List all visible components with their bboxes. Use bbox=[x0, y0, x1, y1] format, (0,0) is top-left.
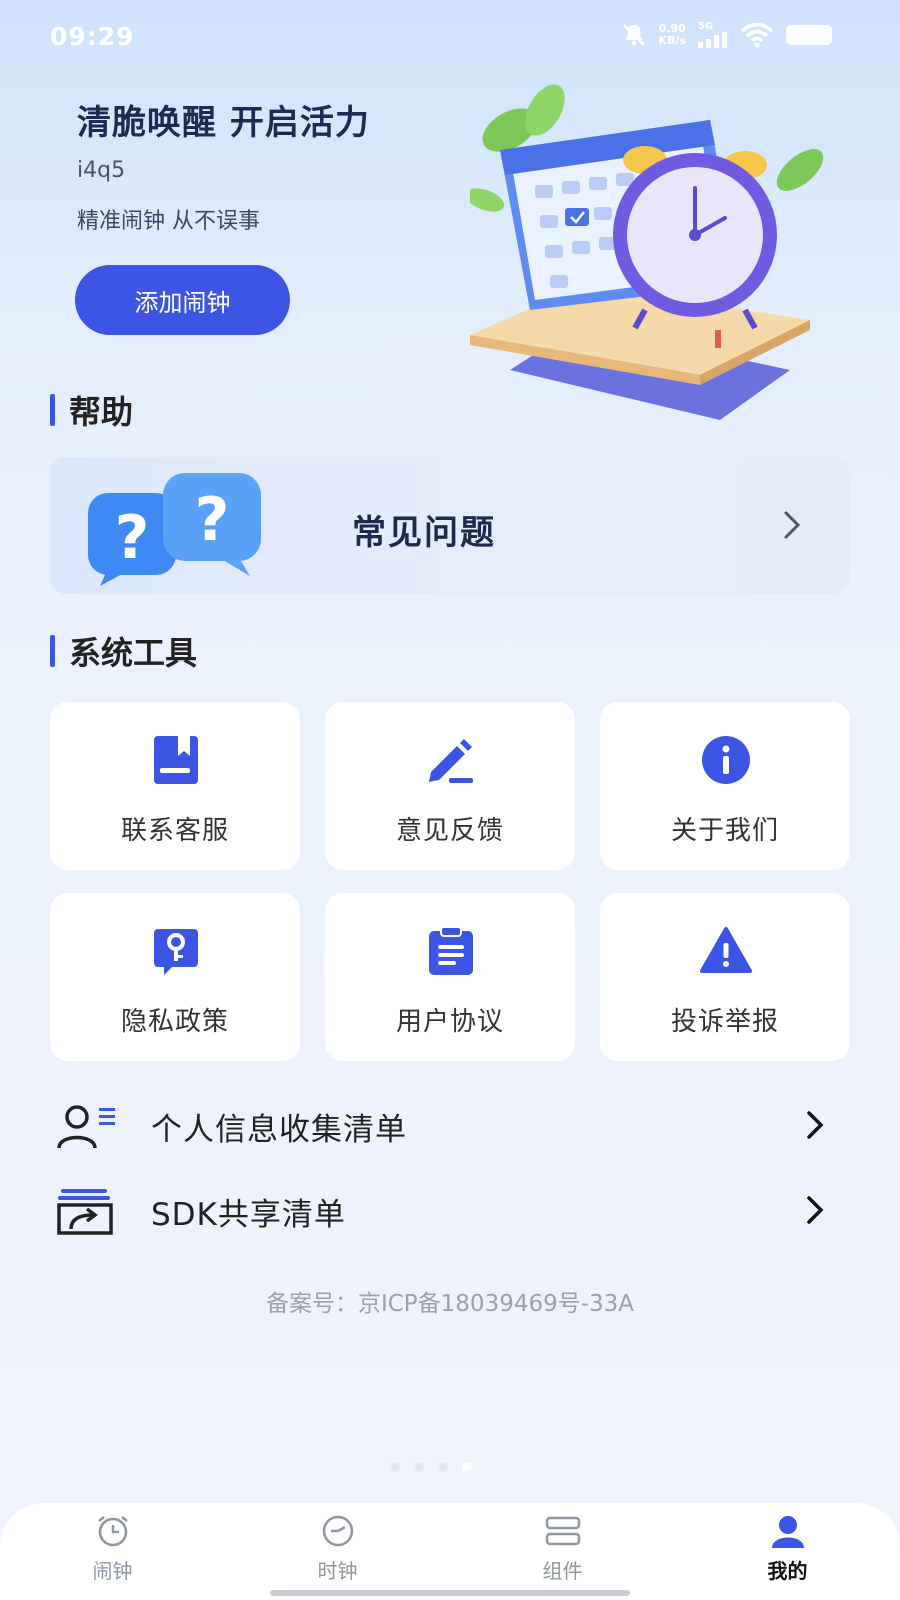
page-dot-active bbox=[462, 1462, 472, 1472]
calendar-alarm-clock-illustration bbox=[470, 84, 824, 420]
tool-privacy-policy[interactable]: 隐私政策 bbox=[50, 893, 300, 1061]
net-speed: 0.90 KB/s bbox=[659, 23, 686, 47]
tab-widgets[interactable]: 组件 bbox=[450, 1503, 675, 1600]
bottom-tab-bar: 闹钟 时钟 组件 我的 bbox=[0, 1503, 900, 1600]
signal-bars bbox=[698, 32, 727, 48]
network-type: 5G bbox=[698, 21, 714, 32]
tab-profile[interactable]: 我的 bbox=[675, 1503, 900, 1600]
profile-icon bbox=[771, 1516, 804, 1548]
tab-label: 闹钟 bbox=[92, 1559, 133, 1583]
status-time: 09:29 bbox=[50, 22, 135, 51]
row-label: SDK共享清单 bbox=[151, 1197, 346, 1233]
key-icon bbox=[154, 929, 198, 975]
info-icon bbox=[702, 736, 750, 784]
tool-label: 联系客服 bbox=[120, 816, 229, 846]
tools-title-text: 系统工具 bbox=[69, 634, 198, 672]
tab-clock[interactable]: 时钟 bbox=[225, 1503, 450, 1600]
svg-text:?: ? bbox=[195, 485, 230, 555]
widgets-icon bbox=[545, 1516, 580, 1546]
tab-label: 组件 bbox=[542, 1559, 583, 1583]
tool-label: 隐私政策 bbox=[120, 1007, 229, 1037]
sdk-share-list-row[interactable]: SDK共享清单 bbox=[50, 1175, 850, 1245]
personal-info-list-row[interactable]: 个人信息收集清单 bbox=[50, 1090, 850, 1160]
clipboard-icon bbox=[429, 926, 473, 975]
page-indicator bbox=[390, 1462, 472, 1472]
tool-feedback[interactable]: 意见反馈 bbox=[325, 702, 575, 870]
home-indicator[interactable] bbox=[270, 1590, 630, 1596]
section-accent-bar bbox=[50, 635, 55, 667]
tool-label: 投诉举报 bbox=[670, 1007, 779, 1037]
hero-title: 清脆唤醒 开启活力 bbox=[77, 103, 370, 143]
chevron-right-icon bbox=[807, 1196, 824, 1224]
user-list-icon bbox=[57, 1105, 115, 1149]
wifi-icon bbox=[740, 22, 774, 48]
hero-subtitle: 精准闹钟 从不误事 bbox=[77, 209, 260, 234]
signal-icon: 5G bbox=[698, 22, 728, 48]
battery-icon bbox=[786, 25, 832, 45]
chevron-right-icon bbox=[784, 511, 801, 539]
section-accent-bar bbox=[50, 394, 55, 426]
tool-about-us[interactable]: 关于我们 bbox=[600, 702, 850, 870]
clock-icon bbox=[322, 1515, 353, 1547]
tool-complaint-report[interactable]: 投诉举报 bbox=[600, 893, 850, 1061]
pencil-icon bbox=[429, 739, 473, 783]
help-section-title: 帮助 bbox=[50, 387, 133, 433]
page-dot bbox=[414, 1462, 424, 1472]
book-icon bbox=[154, 736, 198, 784]
mute-bell-icon bbox=[622, 24, 645, 46]
tools-section-title: 系统工具 bbox=[50, 628, 197, 674]
hero-code: i4q5 bbox=[77, 158, 126, 183]
tab-label: 时钟 bbox=[317, 1559, 358, 1583]
question-bubbles-icon: ? ? bbox=[88, 473, 261, 586]
tab-alarm[interactable]: 闹钟 bbox=[0, 1503, 225, 1600]
net-speed-unit: KB/s bbox=[658, 34, 686, 47]
status-icons: 0.90 KB/s 5G bbox=[621, 22, 832, 48]
icp-record: 备案号：京ICP备18039469号-33A bbox=[265, 1291, 635, 1317]
add-alarm-button[interactable]: 添加闹钟 bbox=[75, 265, 290, 335]
warning-icon bbox=[700, 927, 752, 973]
page-dot bbox=[390, 1462, 400, 1472]
chevron-right-icon bbox=[807, 1111, 824, 1139]
tab-label: 我的 bbox=[767, 1559, 808, 1583]
help-title-text: 帮助 bbox=[69, 393, 134, 431]
alarm-clock-icon bbox=[97, 1516, 128, 1547]
tool-user-agreement[interactable]: 用户协议 bbox=[325, 893, 575, 1061]
row-label: 个人信息收集清单 bbox=[151, 1112, 407, 1148]
tool-label: 用户协议 bbox=[395, 1007, 504, 1037]
page-dot bbox=[438, 1462, 448, 1472]
share-box-icon bbox=[57, 1189, 113, 1235]
tool-label: 关于我们 bbox=[670, 816, 779, 846]
svg-text:?: ? bbox=[115, 503, 150, 573]
tool-contact-service[interactable]: 联系客服 bbox=[50, 702, 300, 870]
faq-label: 常见问题 bbox=[352, 513, 496, 553]
tool-label: 意见反馈 bbox=[395, 816, 504, 846]
